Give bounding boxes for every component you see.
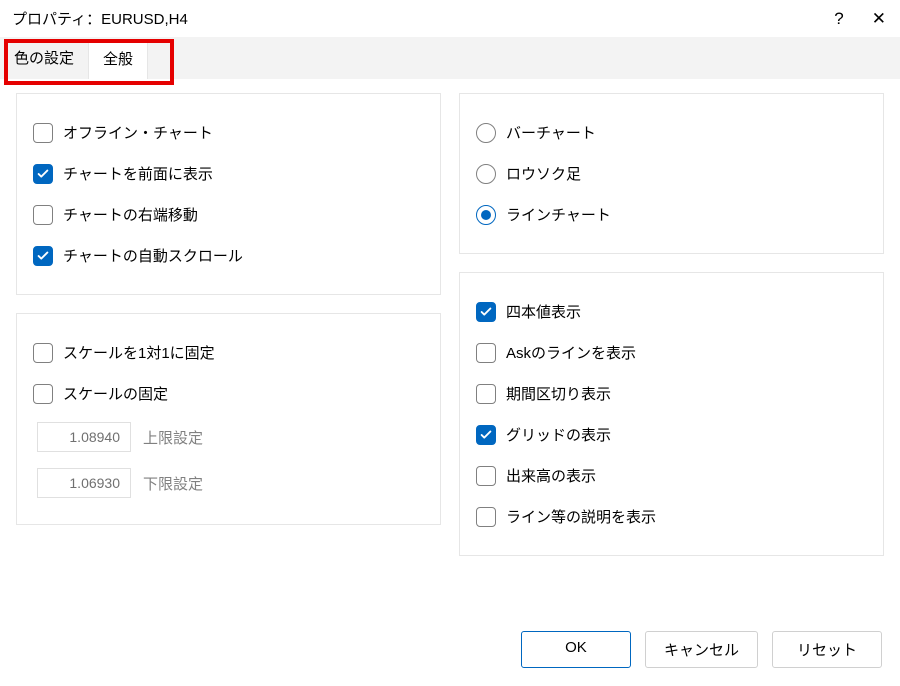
option-line-chart[interactable]: ラインチャート (476, 194, 867, 235)
option-label: Askのラインを表示 (506, 342, 636, 363)
radio-icon (476, 164, 496, 184)
option-show-period-sep[interactable]: 期間区切り表示 (476, 373, 867, 414)
upper-limit-label: 上限設定 (143, 427, 203, 448)
checkbox-icon (476, 507, 496, 527)
checkbox-icon (33, 246, 53, 266)
row-lower-limit: 1.06930 下限設定 (33, 460, 424, 506)
option-label: バーチャート (506, 122, 596, 143)
option-label: ロウソク足 (506, 163, 581, 184)
right-column: バーチャート ロウソク足 ラインチャート 四本値表示 (459, 93, 884, 611)
option-label: チャートの自動スクロール (63, 245, 243, 266)
option-label: スケールを1対1に固定 (63, 342, 215, 363)
option-chart-foreground[interactable]: チャートを前面に表示 (33, 153, 424, 194)
group-show-options: 四本値表示 Askのラインを表示 期間区切り表示 (459, 272, 884, 556)
button-label: リセット (797, 642, 857, 659)
titlebar-buttons: ? ✕ (834, 10, 886, 27)
tab-color-settings[interactable]: 色の設定 (0, 37, 88, 79)
option-offline-chart[interactable]: オフライン・チャート (33, 112, 424, 153)
button-label: OK (565, 639, 587, 656)
window-title: プロパティ：EURUSD,H4 (12, 8, 188, 29)
group-chart-type: バーチャート ロウソク足 ラインチャート (459, 93, 884, 254)
tab-general[interactable]: 全般 (88, 41, 148, 79)
lower-limit-input[interactable]: 1.06930 (37, 468, 131, 498)
tab-label: 全般 (103, 51, 133, 68)
ok-button[interactable]: OK (521, 631, 631, 668)
checkbox-icon (476, 302, 496, 322)
dialog-footer: OK キャンセル リセット (0, 621, 900, 686)
group-chart-options: オフライン・チャート チャートを前面に表示 チャートの右端移動 (16, 93, 441, 295)
dialog-content: オフライン・チャート チャートを前面に表示 チャートの右端移動 (0, 79, 900, 621)
option-show-ask-line[interactable]: Askのラインを表示 (476, 332, 867, 373)
option-label: スケールの固定 (63, 383, 168, 404)
help-icon[interactable]: ? (834, 10, 843, 27)
option-show-ohlc[interactable]: 四本値表示 (476, 291, 867, 332)
row-upper-limit: 1.08940 上限設定 (33, 414, 424, 460)
option-show-volumes[interactable]: 出来高の表示 (476, 455, 867, 496)
checkbox-icon (476, 384, 496, 404)
checkbox-icon (33, 164, 53, 184)
button-label: キャンセル (664, 642, 739, 659)
titlebar: プロパティ：EURUSD,H4 ? ✕ (0, 0, 900, 37)
properties-dialog: プロパティ：EURUSD,H4 ? ✕ 色の設定 全般 オフライン・チャート (0, 0, 900, 686)
checkbox-icon (33, 343, 53, 363)
checkbox-icon (33, 205, 53, 225)
option-candlesticks[interactable]: ロウソク足 (476, 153, 867, 194)
option-scale-1to1[interactable]: スケールを1対1に固定 (33, 332, 424, 373)
option-show-object-descr[interactable]: ライン等の説明を表示 (476, 496, 867, 537)
option-show-grid[interactable]: グリッドの表示 (476, 414, 867, 455)
option-label: 四本値表示 (506, 301, 581, 322)
group-scale: スケールを1対1に固定 スケールの固定 1.08940 上限設定 1.06930… (16, 313, 441, 525)
upper-limit-input[interactable]: 1.08940 (37, 422, 131, 452)
close-icon[interactable]: ✕ (872, 10, 886, 27)
checkbox-icon (33, 384, 53, 404)
lower-limit-label: 下限設定 (143, 473, 203, 494)
checkbox-icon (476, 466, 496, 486)
checkbox-icon (476, 343, 496, 363)
option-label: ライン等の説明を表示 (506, 506, 656, 527)
option-label: チャートを前面に表示 (63, 163, 213, 184)
checkbox-icon (476, 425, 496, 445)
reset-button[interactable]: リセット (772, 631, 882, 668)
option-chart-autoscroll[interactable]: チャートの自動スクロール (33, 235, 424, 276)
radio-icon (476, 123, 496, 143)
cancel-button[interactable]: キャンセル (645, 631, 758, 668)
option-label: オフライン・チャート (63, 122, 213, 143)
left-column: オフライン・チャート チャートを前面に表示 チャートの右端移動 (16, 93, 441, 611)
option-label: 出来高の表示 (506, 465, 596, 486)
tab-bar: 色の設定 全般 (0, 37, 900, 79)
option-label: グリッドの表示 (506, 424, 611, 445)
radio-icon (476, 205, 496, 225)
checkbox-icon (33, 123, 53, 143)
option-label: チャートの右端移動 (63, 204, 198, 225)
option-scale-fix[interactable]: スケールの固定 (33, 373, 424, 414)
tab-label: 色の設定 (14, 50, 74, 67)
option-label: 期間区切り表示 (506, 383, 611, 404)
option-bar-chart[interactable]: バーチャート (476, 112, 867, 153)
option-chart-shift[interactable]: チャートの右端移動 (33, 194, 424, 235)
option-label: ラインチャート (506, 204, 611, 225)
